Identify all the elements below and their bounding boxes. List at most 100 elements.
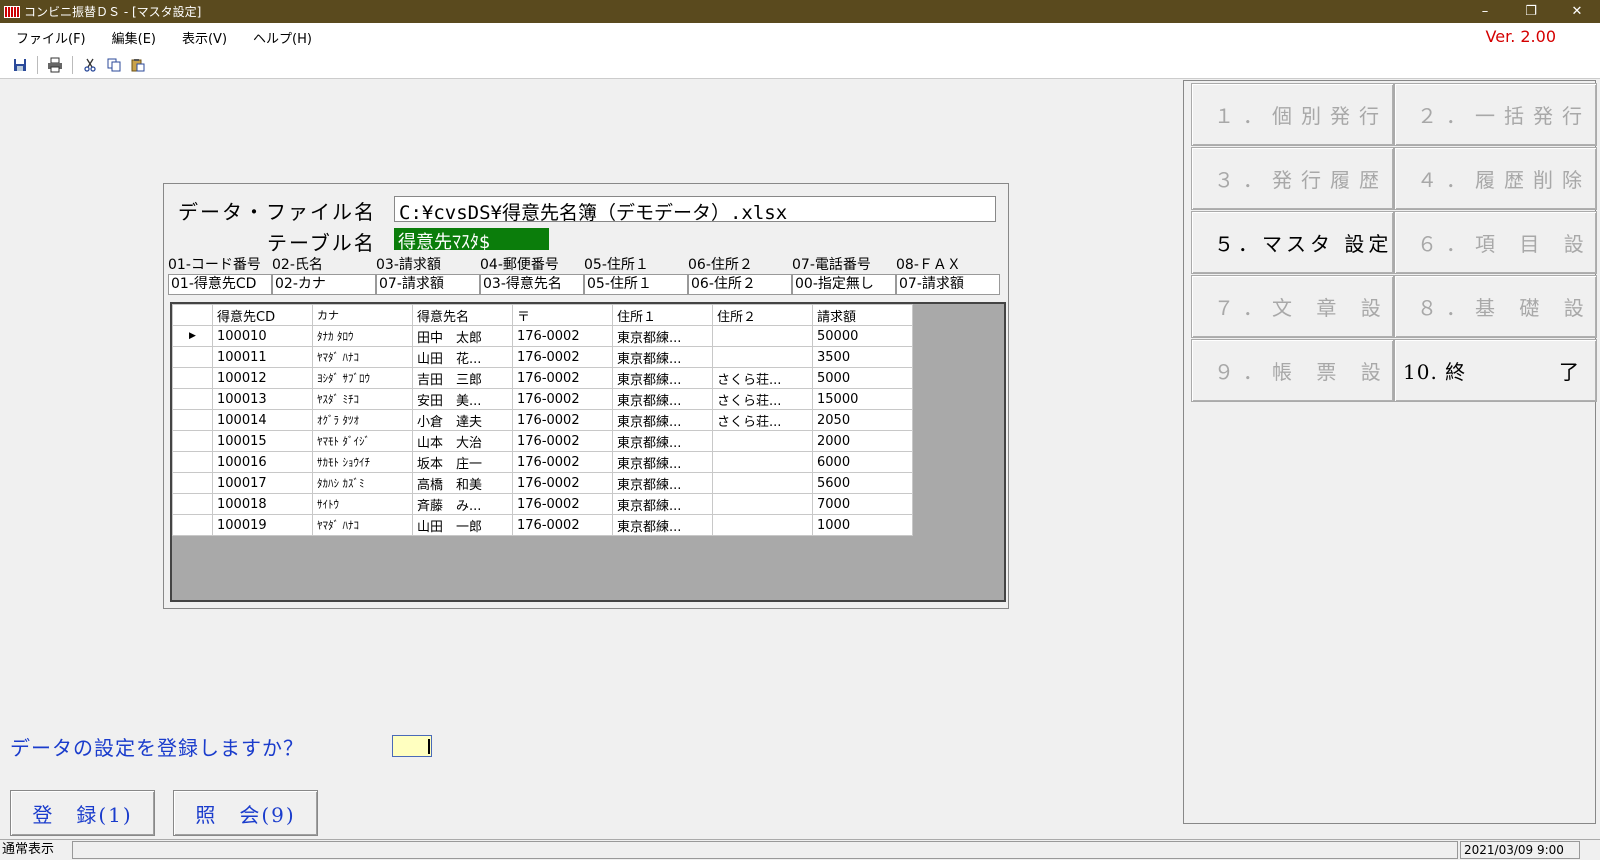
cell-amount[interactable]: 2000 (812, 430, 913, 452)
cell-kana[interactable]: ﾔﾏﾀﾞ ﾊﾅｺ (312, 514, 413, 536)
table-row[interactable]: 100019 ﾔﾏﾀﾞ ﾊﾅｺ 山田 一郎 176-0002 東京都練... 1000 (172, 514, 913, 536)
cell-amount[interactable]: 5600 (812, 472, 913, 494)
table-row[interactable]: 100017 ﾀｶﾊｼ ｶｽﾞﾐ 高橋 和美 176-0002 東京都練... 5600 (172, 472, 913, 494)
save-icon[interactable] (10, 55, 30, 75)
cell-address2[interactable] (712, 514, 813, 536)
column-header[interactable]: 住所２ (712, 304, 813, 326)
cell-kana[interactable]: ﾔﾏﾓﾄ ﾀﾞｲｼﾞ (312, 430, 413, 452)
menu-button-form-settings[interactable]: ９．帳 票 設 定 (1191, 339, 1394, 402)
cell-address2[interactable] (712, 430, 813, 452)
column-header[interactable]: 得意先名 (412, 304, 513, 326)
mapping-select-name[interactable]: 02-カナ (272, 274, 376, 295)
table-row[interactable]: 100012 ﾖｼﾀﾞ ｻﾌﾞﾛｳ 吉田 三郎 176-0002 東京都練... さくら荘… (172, 367, 913, 389)
table-row[interactable]: 100014 ｵｸﾞﾗ ﾀﾂｵ 小倉 達夫 176-0002 東京都練... さくら荘..… (172, 409, 913, 431)
row-header[interactable] (172, 514, 213, 536)
copy-icon[interactable] (104, 55, 124, 75)
cell-kana[interactable]: ﾖｼﾀﾞ ｻﾌﾞﾛｳ (312, 367, 413, 389)
data-grid[interactable]: 得意先CD カナ 得意先名 〒 住所１ 住所２ 請求額 ▶ 100010 ﾀﾅｶ ﾀ… (170, 302, 1006, 602)
column-header[interactable]: 請求額 (812, 304, 913, 326)
cell-address1[interactable]: 東京都練... (612, 472, 713, 494)
row-header[interactable] (172, 409, 213, 431)
cell-postal-code[interactable]: 176-0002 (512, 514, 613, 536)
table-row[interactable]: 100016 ｻｶﾓﾄ ｼｮｳｲﾁ 坂本 庄一 176-0002 東京都練... 6000 (172, 451, 913, 473)
cell-address2[interactable] (712, 346, 813, 368)
cell-address1[interactable]: 東京都練... (612, 388, 713, 410)
mapping-select-address1[interactable]: 05-住所１ (584, 274, 688, 295)
column-header[interactable]: 〒 (512, 304, 613, 326)
minimize-button[interactable]: – (1462, 0, 1508, 23)
cell-customer-code[interactable]: 100018 (212, 493, 313, 515)
cell-address2[interactable]: さくら荘... (712, 409, 813, 431)
cell-customer-code[interactable]: 100012 (212, 367, 313, 389)
cell-customer-code[interactable]: 100017 (212, 472, 313, 494)
cell-address1[interactable]: 東京都練... (612, 451, 713, 473)
menu-button-item-settings[interactable]: ６．項 目 設 定 (1394, 211, 1597, 274)
menu-button-exit[interactable]: 10. 終 了 (1394, 339, 1597, 402)
table-row[interactable]: 100013 ﾔｽﾀﾞ ﾐﾁｺ 安田 美... 176-0002 東京都練... さくら荘… (172, 388, 913, 410)
column-header[interactable]: カナ (312, 304, 413, 326)
cell-customer-code[interactable]: 100016 (212, 451, 313, 473)
cell-kana[interactable]: ｻｲﾄｳ (312, 493, 413, 515)
menu-button-master-settings[interactable]: ５．マスタ 設定 (1191, 211, 1394, 274)
cell-kana[interactable]: ﾀﾅｶ ﾀﾛｳ (312, 325, 413, 347)
cell-customer-code[interactable]: 100014 (212, 409, 313, 431)
cell-customer-name[interactable]: 田中 太郎 (412, 325, 513, 347)
menu-button-bulk-issue[interactable]: ２．一括発行 (1394, 83, 1597, 146)
cell-address2[interactable]: さくら荘... (712, 367, 813, 389)
cell-postal-code[interactable]: 176-0002 (512, 472, 613, 494)
menu-button-issue-history[interactable]: ３．発行履歴 (1191, 147, 1394, 210)
cell-postal-code[interactable]: 176-0002 (512, 430, 613, 452)
row-header[interactable] (172, 472, 213, 494)
table-name-field[interactable]: 得意先ﾏｽﾀ$ (394, 228, 549, 250)
cell-address1[interactable]: 東京都練... (612, 514, 713, 536)
cell-amount[interactable]: 6000 (812, 451, 913, 473)
cell-postal-code[interactable]: 176-0002 (512, 493, 613, 515)
row-header[interactable] (172, 388, 213, 410)
menu-help[interactable]: ヘルプ(H) (243, 28, 322, 47)
cell-address2[interactable] (712, 493, 813, 515)
table-row[interactable]: ▶ 100010 ﾀﾅｶ ﾀﾛｳ 田中 太郎 176-0002 東京都練... 50000 (172, 325, 913, 347)
row-header[interactable] (172, 451, 213, 473)
print-icon[interactable] (45, 55, 65, 75)
menu-button-basic-settings[interactable]: ８．基 礎 設 定 (1394, 275, 1597, 338)
cell-amount[interactable]: 50000 (812, 325, 913, 347)
row-header[interactable] (172, 346, 213, 368)
close-button[interactable]: ✕ (1554, 0, 1600, 23)
cell-customer-name[interactable]: 安田 美... (412, 388, 513, 410)
menu-button-individual-issue[interactable]: １．個別発行 (1191, 83, 1394, 146)
cell-customer-name[interactable]: 坂本 庄一 (412, 451, 513, 473)
table-row[interactable]: 100011 ﾔﾏﾀﾞ ﾊﾅｺ 山田 花... 176-0002 東京都練... 3500 (172, 346, 913, 368)
cell-address1[interactable]: 東京都練... (612, 346, 713, 368)
menu-file[interactable]: ファイル(F) (6, 28, 96, 47)
table-row[interactable]: 100015 ﾔﾏﾓﾄ ﾀﾞｲｼﾞ 山本 大治 176-0002 東京都練... 2000 (172, 430, 913, 452)
mapping-select-address2[interactable]: 06-住所２ (688, 274, 792, 295)
row-header[interactable] (172, 493, 213, 515)
row-header[interactable] (172, 430, 213, 452)
cell-address1[interactable]: 東京都練... (612, 409, 713, 431)
cell-customer-code[interactable]: 100011 (212, 346, 313, 368)
cell-customer-code[interactable]: 100019 (212, 514, 313, 536)
cell-kana[interactable]: ｻｶﾓﾄ ｼｮｳｲﾁ (312, 451, 413, 473)
cell-amount[interactable]: 5000 (812, 367, 913, 389)
cell-kana[interactable]: ｵｸﾞﾗ ﾀﾂｵ (312, 409, 413, 431)
register-button[interactable]: 登 録(1) (10, 790, 155, 836)
cell-customer-code[interactable]: 100013 (212, 388, 313, 410)
cell-postal-code[interactable]: 176-0002 (512, 346, 613, 368)
cell-customer-name[interactable]: 斉藤 み... (412, 493, 513, 515)
cell-address1[interactable]: 東京都練... (612, 325, 713, 347)
cell-postal-code[interactable]: 176-0002 (512, 367, 613, 389)
paste-icon[interactable] (128, 55, 148, 75)
cell-kana[interactable]: ﾔﾏﾀﾞ ﾊﾅｺ (312, 346, 413, 368)
row-header[interactable] (172, 367, 213, 389)
column-header[interactable]: 住所１ (612, 304, 713, 326)
menu-view[interactable]: 表示(V) (172, 28, 237, 47)
cell-address2[interactable] (712, 472, 813, 494)
menu-edit[interactable]: 編集(E) (102, 28, 166, 47)
cell-address1[interactable]: 東京都練... (612, 493, 713, 515)
cell-customer-code[interactable]: 100015 (212, 430, 313, 452)
cell-customer-name[interactable]: 小倉 達夫 (412, 409, 513, 431)
cell-address2[interactable] (712, 451, 813, 473)
cell-customer-name[interactable]: 山田 花... (412, 346, 513, 368)
table-row[interactable]: 100018 ｻｲﾄｳ 斉藤 み... 176-0002 東京都練... 7000 (172, 493, 913, 515)
cell-amount[interactable]: 7000 (812, 493, 913, 515)
